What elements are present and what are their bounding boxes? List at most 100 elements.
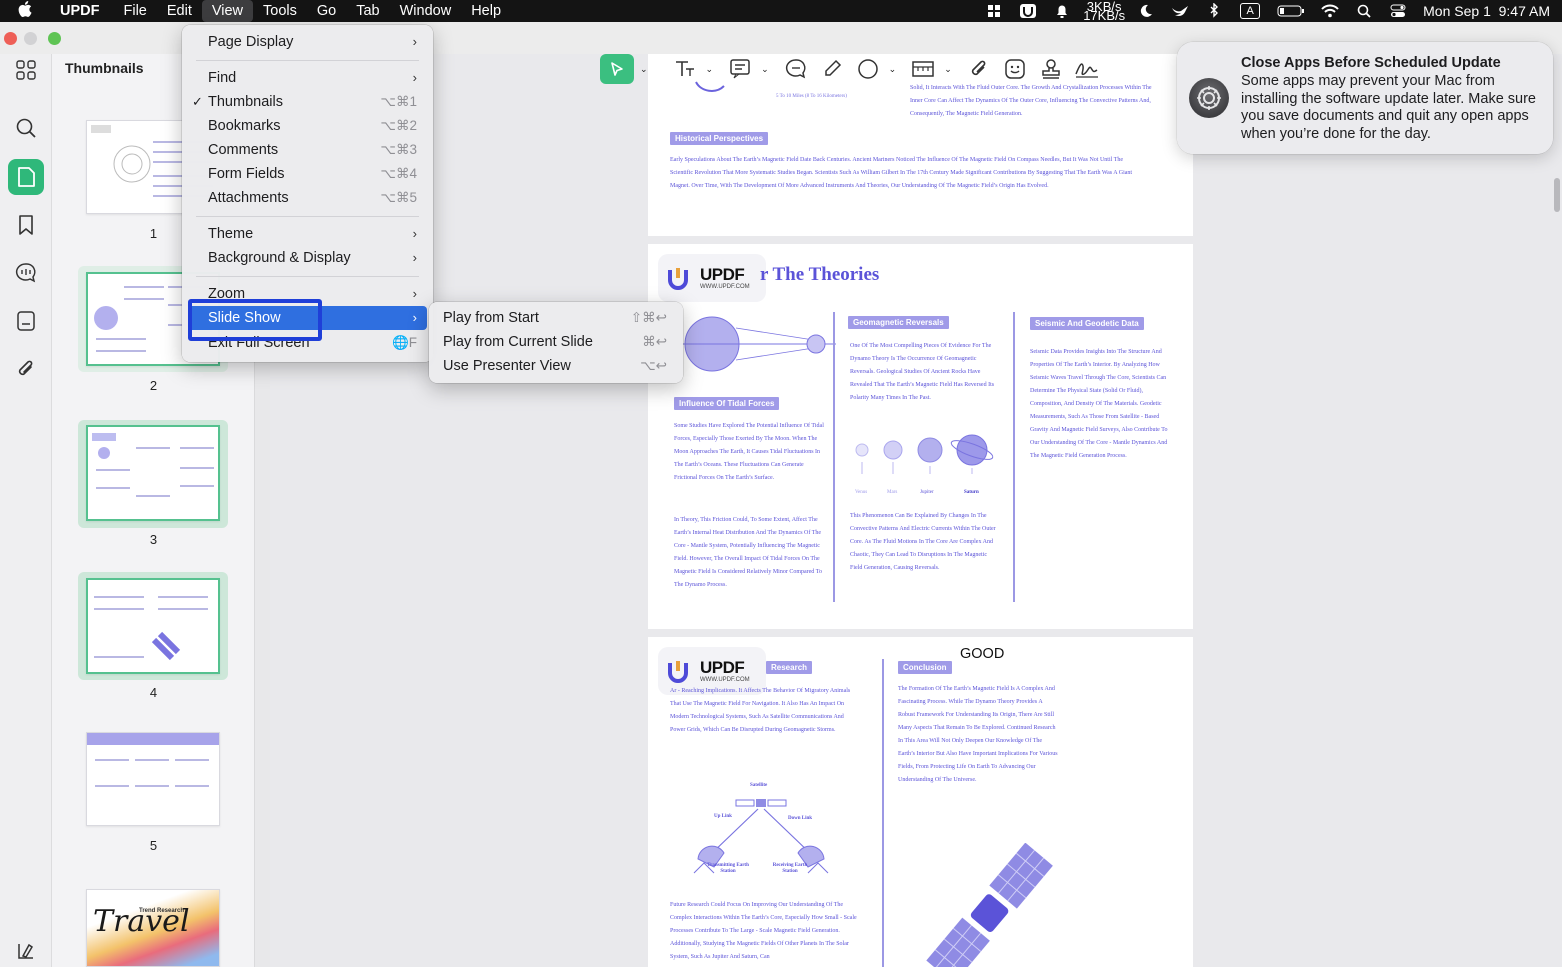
shape-tool-button[interactable] (853, 54, 883, 84)
badge-research: Research (766, 661, 813, 674)
planets-illustration (855, 434, 994, 474)
menu-item-label: Attachments (208, 190, 289, 206)
updf-logo-icon (666, 657, 694, 685)
updf-status-icon[interactable] (1019, 4, 1037, 18)
shortcut-label: ⌥⌘2 (380, 118, 417, 133)
clock[interactable]: Mon Sep 1 9:47 AM (1423, 3, 1550, 19)
chevron-down-icon[interactable]: ⌄ (889, 64, 897, 75)
apple-menu-icon[interactable] (0, 1, 50, 21)
menu-item-background-display[interactable]: Background & Display › (188, 246, 427, 270)
close-window-button[interactable] (4, 32, 17, 45)
minimize-window-button[interactable] (24, 32, 37, 45)
input-source-icon[interactable]: A (1239, 3, 1261, 19)
focus-highlight-box (188, 299, 322, 341)
menu-item-attachments[interactable]: Attachments ⌥⌘5 (188, 186, 427, 210)
page2-geo-text: One Of The Most Compelling Pieces Of Evi… (850, 343, 995, 401)
moon-status-icon[interactable] (1137, 4, 1155, 18)
attachment-icon[interactable] (8, 351, 44, 387)
menu-window[interactable]: Window (390, 0, 462, 22)
notification-body: Some apps may prevent your Mac from inst… (1241, 73, 1536, 142)
menu-bar: UPDF File Edit View Tools Go Tab Window … (0, 0, 1562, 22)
menu-edit[interactable]: Edit (157, 0, 202, 22)
control-center-icon[interactable] (1389, 4, 1407, 18)
pdf-page-3: UPDF WWW.UPDF.COM Research Conclusion GO… (648, 637, 1193, 967)
thumbnail-page-4[interactable] (86, 578, 220, 674)
menu-item-page-display[interactable]: Page Display › (188, 30, 427, 54)
comments-icon[interactable] (8, 255, 44, 291)
bluetooth-icon[interactable] (1205, 3, 1223, 18)
note-tool-button[interactable] (725, 54, 755, 84)
battery-icon[interactable] (1277, 4, 1305, 18)
bird-status-icon[interactable] (1171, 4, 1189, 18)
updf-logo-url: WWW.UPDF.COM (700, 283, 750, 290)
planet-label-saturn: Saturn (964, 490, 979, 495)
zoom-window-button[interactable] (48, 32, 61, 45)
measure-tool-button[interactable] (908, 54, 938, 84)
thumbnails-grid-icon[interactable] (8, 52, 44, 88)
spotlight-search-icon[interactable] (1355, 4, 1373, 18)
menu-app-updf[interactable]: UPDF (50, 0, 113, 22)
bell-status-icon[interactable] (1053, 4, 1071, 18)
updf-logo: UPDF WWW.UPDF.COM (658, 254, 766, 302)
menu-item-use-presenter-view[interactable]: Use Presenter View ⌥↩ (435, 354, 677, 378)
menu-item-bookmarks[interactable]: Bookmarks ⌥⌘2 (188, 114, 427, 138)
chevron-down-icon[interactable]: ⌄ (706, 64, 714, 75)
chevron-down-icon[interactable]: ⌄ (944, 64, 952, 75)
menu-item-play-from-current-slide[interactable]: Play from Current Slide ⌘↩ (435, 330, 677, 354)
update-notification[interactable]: Close Apps Before Scheduled Update Some … (1177, 42, 1553, 154)
menu-item-play-from-start[interactable]: Play from Start ⇧⌘↩ (435, 306, 677, 330)
pencil-tool-button[interactable] (817, 54, 847, 84)
sticker-tool-button[interactable] (1000, 54, 1030, 84)
chevron-down-icon[interactable]: ⌄ (640, 64, 648, 75)
updf-logo-url: WWW.UPDF.COM (700, 676, 750, 683)
menu-item-comments[interactable]: Comments ⌥⌘3 (188, 138, 427, 162)
bookmark-icon[interactable] (8, 207, 44, 243)
left-tool-rail (0, 54, 52, 967)
menu-item-form-fields[interactable]: Form Fields ⌥⌘4 (188, 162, 427, 186)
slide-show-submenu: Play from Start ⇧⌘↩ Play from Current Sli… (429, 302, 683, 383)
page2-divider-1 (833, 312, 835, 602)
search-icon[interactable] (8, 110, 44, 146)
menu-file[interactable]: File (113, 0, 156, 22)
attach-tool-button[interactable] (964, 54, 994, 84)
menu-go[interactable]: Go (307, 0, 346, 22)
thumbnail-number-4: 4 (149, 685, 158, 700)
satellite-illustration (926, 843, 1053, 967)
wifi-icon[interactable] (1321, 4, 1339, 18)
menu-item-label: Use Presenter View (443, 358, 571, 374)
shortcut-label: ⌥↩ (640, 358, 667, 373)
badge-tidal: Influence Of Tidal Forces (674, 397, 780, 410)
thumbnail-page-3[interactable] (86, 425, 220, 521)
layers-icon[interactable] (8, 933, 44, 967)
pages-panel-icon[interactable] (8, 159, 44, 195)
stamp-tool-button[interactable] (1036, 54, 1066, 84)
text-tool-button[interactable] (670, 54, 700, 84)
thumbnail-page-5[interactable] (86, 732, 220, 826)
thumbnail-page-6[interactable]: Trend Research Travel (86, 889, 220, 967)
menu-view[interactable]: View (201, 0, 254, 22)
page2-tidal-text-2: In Theory, This Friction Could, To Some … (674, 517, 822, 588)
shortcut-label: ⌥⌘3 (380, 142, 417, 157)
form-fields-icon[interactable] (8, 303, 44, 339)
menu-item-label: Play from Start (443, 310, 539, 326)
signature-tool-button[interactable] (1072, 54, 1102, 84)
menu-item-label: Form Fields (208, 166, 285, 182)
network-speed: 3KB/s 17KB/s (1083, 0, 1125, 22)
menu-item-label: Comments (208, 142, 279, 158)
page2-phenomenon-text: This Phenomenon Can Be Explained By Chan… (850, 513, 996, 571)
chevron-down-icon[interactable]: ⌄ (761, 64, 769, 75)
menu-help[interactable]: Help (461, 0, 511, 22)
menu-item-thumbnails[interactable]: ✓ Thumbnails ⌥⌘1 (188, 90, 427, 114)
menu-tools[interactable]: Tools (253, 0, 307, 22)
vertical-scrollbar[interactable] (1554, 178, 1560, 212)
menu-item-find[interactable]: Find › (188, 66, 427, 90)
grid-status-icon[interactable] (985, 4, 1003, 18)
menu-tab[interactable]: Tab (346, 0, 389, 22)
shortcut-label: 🌐F (391, 335, 417, 350)
select-tool-button[interactable] (600, 54, 634, 84)
document-view[interactable]: 5 To 10 Miles (8 To 16 Kilometers) Solid… (270, 54, 1562, 967)
menu-item-theme[interactable]: Theme › (188, 222, 427, 246)
comment-tool-button[interactable] (781, 54, 811, 84)
annotation-good[interactable]: GOOD (960, 646, 1004, 662)
earth-moon-diagram (680, 316, 836, 372)
